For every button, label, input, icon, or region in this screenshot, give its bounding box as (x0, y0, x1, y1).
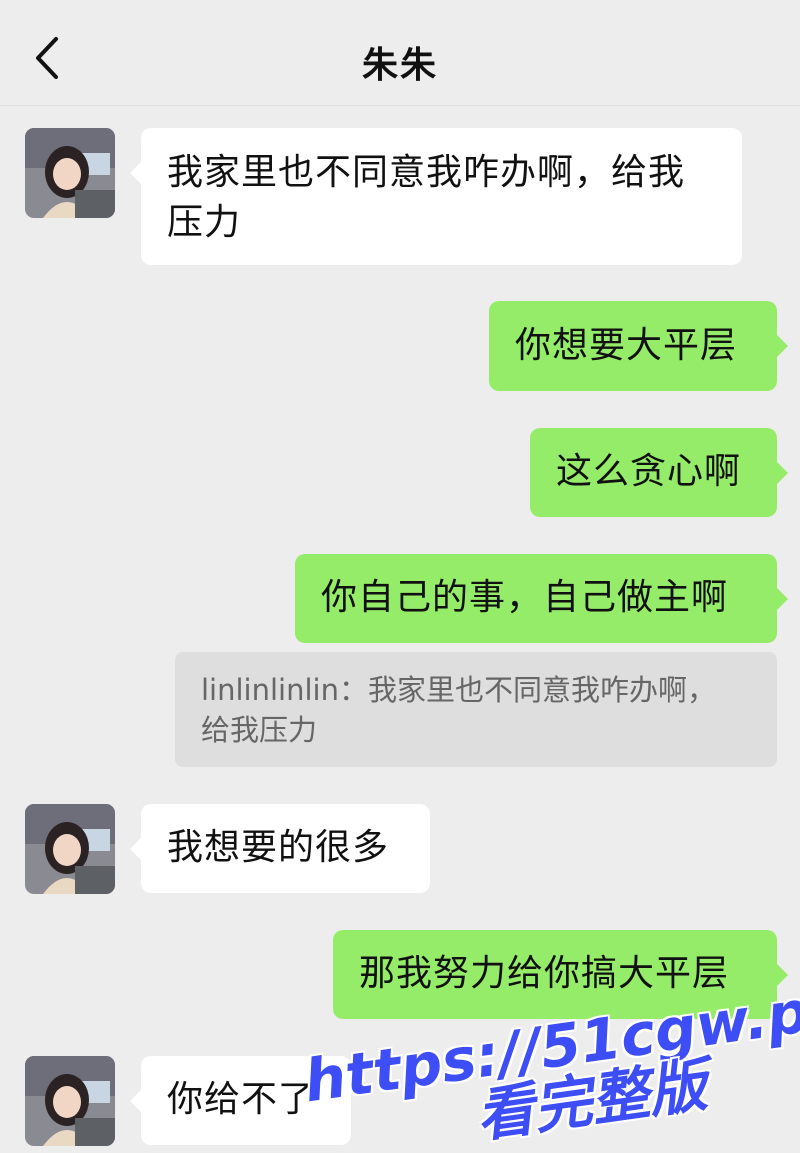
message-text: 这么贪心啊 (556, 451, 742, 492)
message-text: 那我努力给你搞大平层 (359, 953, 730, 994)
quote-text-line: linlinlinlin：我家里也不同意我咋办啊， (201, 673, 716, 707)
message-bubble-outgoing[interactable]: 你想要大平层 (489, 301, 788, 391)
message-text-line: 我家里也不同意我咋办啊，给我 (167, 152, 686, 193)
avatar-image (25, 804, 115, 894)
chat-header: 朱朱 (0, 0, 800, 106)
message-text: 我想要的很多 (167, 827, 390, 868)
avatar-image (25, 1056, 115, 1146)
message-text: 你想要大平层 (515, 325, 738, 366)
message-bubble-incoming[interactable]: 我家里也不同意我咋办啊，给我 压力 (130, 128, 742, 265)
contact-avatar[interactable] (25, 1056, 115, 1146)
contact-avatar[interactable] (25, 804, 115, 894)
message-bubble-outgoing[interactable]: 你自己的事，自己做主啊 (295, 554, 788, 643)
message-bubble-outgoing[interactable]: 这么贪心啊 (530, 428, 788, 517)
quote-text-line: 给我压力 (201, 713, 318, 747)
message-text-line: 压力 (167, 202, 242, 243)
message-text: 你给不了 (167, 1079, 316, 1120)
chat-title: 朱朱 (361, 45, 438, 86)
contact-avatar[interactable] (25, 128, 115, 218)
message-bubble-incoming[interactable]: 我想要的很多 (130, 804, 430, 893)
message-text: 你自己的事，自己做主啊 (321, 577, 729, 618)
avatar-image (25, 128, 115, 218)
quoted-message[interactable]: linlinlinlin：我家里也不同意我咋办啊， 给我压力 (175, 652, 777, 767)
